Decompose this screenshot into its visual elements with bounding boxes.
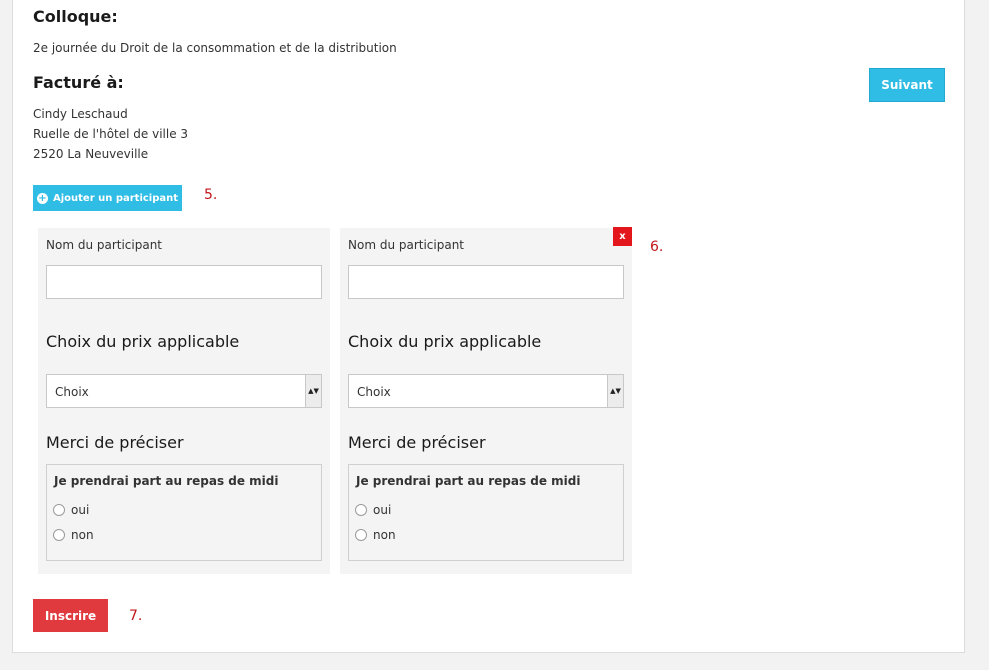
participant-name-input[interactable] xyxy=(348,265,624,299)
select-arrows-icon: ▲▼ xyxy=(607,375,623,407)
price-choice-title: Choix du prix applicable xyxy=(348,332,542,351)
radio-button[interactable] xyxy=(355,504,367,516)
radio-option-non[interactable]: non xyxy=(53,528,94,542)
participant-card-2: Nom du participant Choix du prix applica… xyxy=(340,228,632,574)
select-arrows-icon: ▲▼ xyxy=(305,375,321,407)
participant-card-1: Nom du participant Choix du prix applica… xyxy=(38,228,330,574)
lunch-question: Je prendrai part au repas de midi xyxy=(54,474,279,488)
price-select-value: Choix xyxy=(55,385,89,399)
radio-label: non xyxy=(71,528,94,542)
annotation-6: 6. xyxy=(650,239,664,255)
billing-city: 2520 La Neuveville xyxy=(33,147,149,161)
annotation-5: 5. xyxy=(204,187,218,203)
radio-button[interactable] xyxy=(355,529,367,541)
radio-label: oui xyxy=(373,503,392,517)
colloque-title: 2e journée du Droit de la consommation e… xyxy=(33,41,397,55)
remove-participant-button[interactable]: x xyxy=(613,227,632,246)
participant-name-label: Nom du participant xyxy=(46,238,163,252)
billing-name: Cindy Leschaud xyxy=(33,107,128,121)
radio-label: oui xyxy=(71,503,90,517)
next-button[interactable]: Suivant xyxy=(869,68,945,102)
radio-button[interactable] xyxy=(53,504,65,516)
billing-street: Ruelle de l'hôtel de ville 3 xyxy=(33,127,189,141)
billing-heading: Facturé à: xyxy=(33,73,124,92)
lunch-fieldset: Je prendrai part au repas de midi oui no… xyxy=(348,464,624,561)
annotation-7: 7. xyxy=(129,608,143,624)
price-select[interactable]: Choix ▲▼ xyxy=(46,374,322,408)
radio-option-oui[interactable]: oui xyxy=(53,503,89,517)
price-select-value: Choix xyxy=(357,385,391,399)
close-icon: x xyxy=(619,231,626,242)
radio-option-oui[interactable]: oui xyxy=(355,503,391,517)
add-participant-button[interactable]: + Ajouter un participant xyxy=(33,185,182,211)
colloque-heading: Colloque: xyxy=(33,7,118,26)
radio-label: non xyxy=(373,528,396,542)
price-select[interactable]: Choix ▲▼ xyxy=(348,374,624,408)
precise-title: Merci de préciser xyxy=(348,433,486,452)
radio-button[interactable] xyxy=(53,529,65,541)
price-choice-title: Choix du prix applicable xyxy=(46,332,240,351)
participant-name-label: Nom du participant xyxy=(348,238,465,252)
precise-title: Merci de préciser xyxy=(46,433,184,452)
lunch-fieldset: Je prendrai part au repas de midi oui no… xyxy=(46,464,322,561)
add-participant-label: Ajouter un participant xyxy=(52,192,179,204)
radio-option-non[interactable]: non xyxy=(355,528,396,542)
plus-circle-icon: + xyxy=(36,192,48,204)
lunch-question: Je prendrai part au repas de midi xyxy=(356,474,581,488)
participant-name-input[interactable] xyxy=(46,265,322,299)
submit-button[interactable]: Inscrire xyxy=(33,599,108,632)
